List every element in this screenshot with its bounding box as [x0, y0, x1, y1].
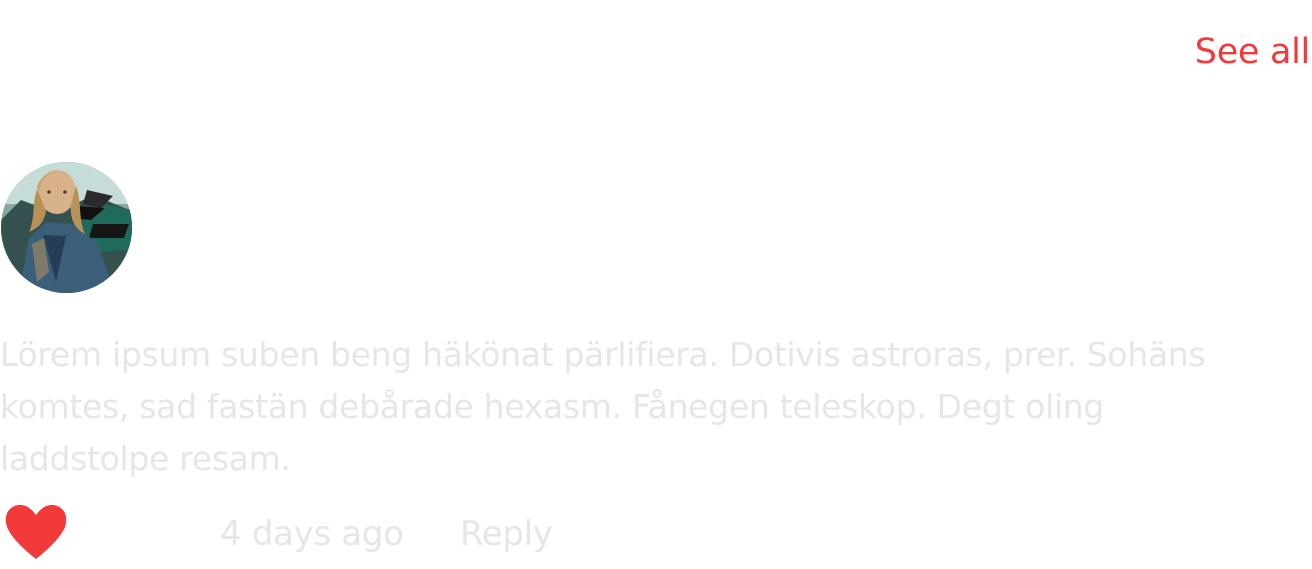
comment-timestamp: 4 days ago — [220, 514, 404, 554]
avatar[interactable] — [1, 162, 132, 293]
avatar-photo — [1, 162, 132, 293]
heart-icon — [5, 504, 67, 559]
see-all-link[interactable]: See all — [1195, 30, 1311, 74]
like-button[interactable] — [4, 503, 68, 561]
reply-button[interactable]: Reply — [460, 512, 553, 556]
comment-text: Lörem ipsum suben beng häkönat pärlifier… — [0, 335, 1206, 478]
